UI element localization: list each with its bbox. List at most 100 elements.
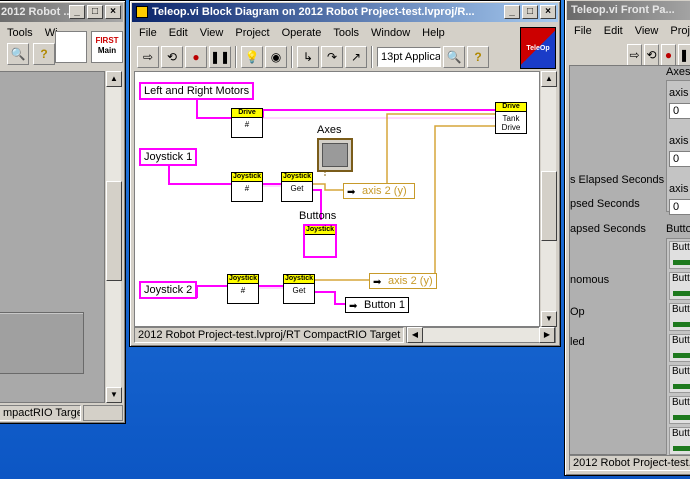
joystick1-get-vi[interactable]: Joystick Get [281, 172, 313, 202]
button1-terminal[interactable]: ➡ Button 1 [345, 297, 409, 313]
step-into-icon[interactable]: ↳ [297, 46, 319, 68]
left-window-titlebar[interactable]: 2012 Robot ... _ □ × [0, 3, 123, 22]
button-led-3[interactable]: Butte [669, 303, 690, 331]
elapsed-seconds-label: s Elapsed Seconds [570, 174, 665, 186]
left-status-hscroll[interactable] [83, 405, 123, 421]
axis-value-1[interactable]: 0 [669, 103, 690, 119]
menu-window[interactable]: Window [365, 24, 416, 42]
axes-cluster-indicator[interactable] [317, 138, 353, 172]
search-icon[interactable]: 🔍 [443, 46, 465, 68]
help-icon[interactable]: ? [467, 46, 489, 68]
menu-operate[interactable]: Operate [276, 24, 328, 42]
labview-app-icon [136, 6, 148, 18]
buttons-label: Butto [666, 223, 690, 235]
joystick2-get-vi[interactable]: Joystick Get [283, 274, 315, 304]
block-diagram-canvas[interactable]: Left and Right Motors Joystick 1 Joystic… [134, 71, 540, 327]
diagram-vertical-scrollbar[interactable]: ▲ ▼ [540, 71, 557, 327]
maximize-button[interactable]: □ [522, 5, 538, 19]
close-button[interactable]: × [105, 5, 121, 19]
axis-label-3: axis [669, 183, 689, 195]
button-led-6[interactable]: Butte [669, 396, 690, 424]
menu-view[interactable]: View [194, 24, 230, 42]
run-arrow-icon[interactable]: ⇨ [137, 46, 159, 68]
stop-button[interactable] [0, 312, 84, 374]
teleop-label: Op [570, 306, 585, 318]
retain-wire-values-icon[interactable]: ◉ [265, 46, 287, 68]
left-status-bar: mpactRIO Target [0, 405, 81, 421]
step-out-icon[interactable]: ↗ [345, 46, 367, 68]
highlight-execution-icon[interactable]: 💡 [241, 46, 263, 68]
axis-y-terminal-2[interactable]: ➡ axis 2 (y) [369, 273, 437, 289]
axes-indicator-label: Axes [317, 124, 342, 136]
button-led-7[interactable]: Butte [669, 427, 690, 455]
menu-project[interactable]: Project [229, 24, 275, 42]
axis-y-terminal-1[interactable]: ➡ axis 2 (y) [343, 183, 415, 199]
axis-value-3[interactable]: 0 [669, 199, 690, 215]
minimize-button[interactable]: _ [504, 5, 520, 19]
menu-edit[interactable]: Edit [598, 22, 629, 40]
icon-preview [55, 31, 87, 63]
desktop: 2012 Robot ... _ □ × Tools Wi 🔍 ? FIRST M… [0, 0, 690, 479]
menu-file[interactable]: File [568, 22, 598, 40]
axes-label: Axes [666, 66, 690, 78]
menu-view[interactable]: View [629, 22, 665, 40]
block-diagram-window[interactable]: Teleop.vi Block Diagram on 2012 Robot Pr… [129, 0, 561, 347]
run-arrow-icon[interactable]: ⇨ [627, 44, 642, 66]
run-continuous-icon[interactable]: ⟲ [161, 46, 183, 68]
menu-edit[interactable]: Edit [163, 24, 194, 42]
button-led-1[interactable]: Butte [669, 241, 690, 269]
left-window[interactable]: 2012 Robot ... _ □ × Tools Wi 🔍 ? FIRST M… [0, 0, 126, 424]
axes-cluster: axis 0 axis 0 axis 0 [666, 80, 690, 215]
font-selector[interactable]: 13pt Applicat [377, 47, 441, 67]
search-icon[interactable]: 🔍 [7, 43, 29, 65]
buttons-indicator-label: Buttons [299, 210, 337, 222]
block-diagram-title: Teleop.vi Block Diagram on 2012 Robot Pr… [152, 6, 475, 18]
joystick2-open-vi[interactable]: Joystick # [227, 274, 259, 304]
abort-icon[interactable]: ● [185, 46, 207, 68]
block-diagram-titlebar[interactable]: Teleop.vi Block Diagram on 2012 Robot Pr… [132, 3, 558, 22]
elapsed-seconds-label-2: psed Seconds [570, 198, 640, 210]
autonomous-label: nomous [570, 274, 610, 286]
diagram-status-bar: 2012 Robot Project-test.lvproj/RT Compac… [134, 327, 404, 343]
axis-label-1: axis [669, 87, 689, 99]
buttons-indicator[interactable]: Joystick [303, 224, 337, 258]
joystick1-open-vi[interactable]: Joystick # [231, 172, 263, 202]
drive-open-vi[interactable]: Drive # [231, 108, 263, 138]
first-logo: FIRST Main [91, 31, 123, 63]
left-right-motors-refnum[interactable]: Left and Right Motors [139, 82, 255, 100]
step-over-icon[interactable]: ↷ [321, 46, 343, 68]
pause-icon[interactable]: ❚❚ [209, 46, 231, 68]
elapsed-seconds-label-3: apsed Seconds [570, 223, 646, 235]
vi-icon-teleop: TeleOp [520, 27, 556, 69]
button-led-4[interactable]: Butte [669, 334, 690, 362]
abort-icon[interactable]: ● [661, 44, 676, 66]
menu-tools[interactable]: Tools [1, 24, 39, 42]
pause-icon[interactable]: ❚❚ [678, 44, 690, 66]
front-panel-canvas[interactable]: Axes axis 0 axis 0 axis 0 s Elapsed Seco… [569, 65, 690, 456]
close-button[interactable]: × [540, 5, 556, 19]
run-continuous-icon[interactable]: ⟲ [644, 44, 659, 66]
button-led-5[interactable]: Butte [669, 365, 690, 393]
right-window[interactable]: Teleop.vi Front Pa... File Edit View Pro… [564, 0, 690, 476]
diagram-horizontal-scrollbar[interactable]: ◀ ▶ [406, 327, 556, 343]
left-vertical-scrollbar[interactable]: ▲ ▼ [105, 71, 122, 403]
help-icon[interactable]: ? [33, 43, 55, 65]
left-window-title: 2012 Robot ... [1, 6, 73, 18]
button-led-2[interactable]: Butte [669, 272, 690, 300]
tank-drive-vi[interactable]: Drive Tank Drive [495, 102, 527, 134]
menu-help[interactable]: Help [416, 24, 451, 42]
maximize-button[interactable]: □ [87, 5, 103, 19]
axis-value-2[interactable]: 0 [669, 151, 690, 167]
menu-file[interactable]: File [133, 24, 163, 42]
axis-label-2: axis [669, 135, 689, 147]
right-status-bar: 2012 Robot Project-test... [569, 455, 690, 471]
enabled-label: led [570, 336, 585, 348]
joystick1-refnum[interactable]: Joystick 1 [139, 148, 198, 166]
joystick2-refnum[interactable]: Joystick 2 [139, 281, 198, 299]
right-window-titlebar[interactable]: Teleop.vi Front Pa... [567, 1, 690, 20]
left-front-panel[interactable] [0, 71, 105, 403]
menu-project[interactable]: Proje [664, 22, 690, 40]
menu-tools[interactable]: Tools [327, 24, 365, 42]
right-window-title: Teleop.vi Front Pa... [571, 4, 675, 16]
minimize-button[interactable]: _ [69, 5, 85, 19]
